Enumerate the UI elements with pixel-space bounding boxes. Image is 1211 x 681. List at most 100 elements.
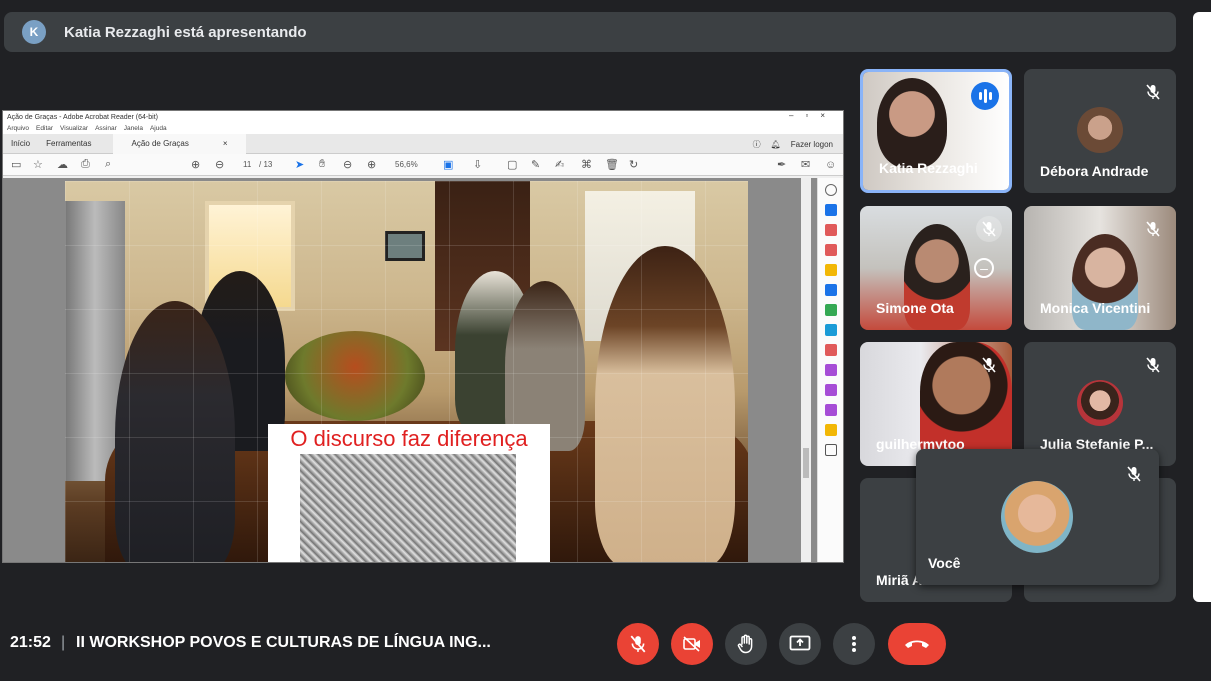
participant-tile-guilherm[interactable]: guilhermytoo	[860, 342, 1012, 466]
tool-organize-icon	[824, 304, 837, 316]
participant-name: Simone Ota	[876, 300, 954, 316]
present-screen-button[interactable]	[779, 623, 821, 665]
meet-window: K Katia Rezzaghi está apresentando Ação …	[0, 0, 1211, 681]
camera-toggle-button[interactable]	[671, 623, 713, 665]
participant-tile-debora[interactable]: Débora Andrade	[1024, 69, 1176, 193]
zoom-out-icon: ⊖	[343, 159, 353, 171]
katia-video	[877, 78, 947, 168]
tool-create-icon	[824, 244, 837, 256]
raise-hand-button[interactable]	[725, 623, 767, 665]
pen-icon: ✎	[531, 159, 541, 171]
mic-off-icon	[1140, 352, 1166, 378]
participant-name: Débora Andrade	[1040, 163, 1149, 179]
participant-tile-simone[interactable]: – Simone Ota	[860, 206, 1012, 330]
trash-icon: 🗑︎	[605, 159, 619, 171]
mic-off-icon	[976, 352, 1002, 378]
mic-off-icon	[630, 635, 646, 653]
tab-close-icon: ×	[222, 139, 228, 148]
zoom-in-icon: ⊕	[367, 159, 377, 171]
slide-inset: O discurso faz diferença	[268, 424, 550, 562]
reader-tabs-right: ⓘ 🔔︎ Fazer logon	[753, 134, 833, 154]
page-number: 11	[243, 160, 252, 169]
mic-toggle-button[interactable]	[617, 623, 659, 665]
menu-janela: Janela	[123, 125, 143, 132]
menu-ajuda: Ajuda	[149, 125, 167, 132]
upload-icon: ☁	[57, 159, 68, 171]
shared-screen: Ação de Graças - Adobe Acrobat Reader (6…	[2, 110, 844, 563]
window-controls-icon: –▫×	[789, 111, 837, 120]
presenting-text: Katia Rezzaghi está apresentando	[64, 23, 307, 41]
speaking-indicator-icon	[971, 82, 999, 110]
zoom-search-icon: ⌕	[105, 158, 112, 170]
tool-edit-icon	[824, 224, 837, 236]
hand-icon: ✋︎	[319, 158, 326, 170]
participant-tile-julia[interactable]: Julia Stefanie P...	[1024, 342, 1176, 466]
menu-assinar: Assinar	[95, 125, 117, 132]
tool-fill-icon	[824, 404, 837, 416]
side-panel-edge[interactable]	[1193, 12, 1211, 602]
tab-tools: Ferramentas	[46, 139, 92, 148]
fit-page-icon: ▣	[443, 159, 454, 171]
sign-icon: ✍	[555, 159, 565, 171]
presenting-banner: K Katia Rezzaghi está apresentando	[4, 12, 1176, 52]
tab-home: Início	[11, 139, 31, 148]
tool-export-icon	[824, 204, 837, 216]
reader-tools-pane	[817, 178, 843, 562]
phone-hangup-icon	[905, 640, 929, 648]
reader-menu-bar: Arquivo Editar Visualizar Assinar Janela…	[3, 123, 843, 134]
tab-document: Ação de Graças ×	[113, 133, 246, 154]
reader-tabs: Início Ferramentas Ação de Graças × ⓘ 🔔︎…	[3, 133, 843, 154]
tool-more-icon	[824, 444, 837, 456]
participant-name: Katia Rezzaghi	[879, 160, 978, 176]
slide-title: O discurso faz diferença	[290, 426, 528, 451]
participant-tile-katia[interactable]: Katia Rezzaghi	[860, 69, 1012, 193]
rotate-icon: ↻	[629, 159, 639, 171]
reader-title-bar: Ação de Graças - Adobe Acrobat Reader (6…	[3, 111, 843, 123]
hand-icon	[737, 634, 753, 654]
stamp-icon: ⌘	[581, 159, 592, 171]
leave-call-button[interactable]	[888, 623, 946, 665]
bottom-bar: 21:52 | II WORKSHOP POVOS E CULTURAS DE …	[0, 610, 1211, 681]
tool-comment-icon	[824, 264, 837, 276]
participant-tile-monica[interactable]: Monica Vicentini	[1024, 206, 1176, 330]
more-vert-icon	[852, 636, 856, 652]
slide-photo: O discurso faz diferença	[65, 181, 748, 562]
reader-toolbar: ▭ ☆ ☁ ⎙ ⌕ ⊕ ⊖ 11 / 13 ➤ ✋︎ ⊖ ⊕ 56,6% ▣ ⇩…	[3, 154, 843, 176]
print-icon: ⎙	[81, 158, 90, 170]
reader-scrollbar	[801, 178, 811, 562]
self-view-tile[interactable]: Você	[916, 449, 1159, 585]
mail-icon: ✉	[801, 159, 811, 171]
comment-icon: ▢	[507, 159, 518, 171]
tool-sign-icon	[824, 384, 837, 396]
page-up-icon: ⊕	[191, 159, 201, 171]
avatar	[1077, 380, 1123, 426]
avatar	[1077, 107, 1123, 153]
tool-send-icon	[824, 424, 837, 436]
remove-icon[interactable]: –	[974, 258, 994, 278]
save-icon: ▭	[11, 159, 22, 171]
slide-engraving	[300, 454, 516, 562]
present-icon	[789, 635, 811, 651]
mic-off-icon	[976, 216, 1002, 242]
reader-scroll-thumb	[803, 448, 809, 478]
sign-in-link: Fazer logon	[790, 139, 833, 149]
tool-combine-icon	[824, 284, 837, 296]
camera-off-icon	[683, 636, 700, 652]
mic-off-icon	[1121, 461, 1147, 487]
menu-editar: Editar	[36, 125, 54, 132]
select-cursor-icon: ➤	[295, 159, 305, 171]
self-name: Você	[928, 555, 961, 571]
bell-icon: 🔔︎	[770, 139, 781, 149]
share-user-icon: ☺	[825, 158, 837, 171]
tool-zoom-icon	[824, 184, 837, 196]
tab-document-label: Ação de Graças	[131, 139, 189, 148]
meeting-clock: 21:52	[10, 634, 51, 651]
mic-off-icon	[1140, 216, 1166, 242]
presenter-avatar: K	[22, 20, 46, 44]
meeting-title[interactable]: II WORKSHOP POVOS E CULTURAS DE LÍNGUA I…	[76, 634, 491, 652]
fill-sign-icon: ✒	[777, 159, 787, 171]
self-avatar	[1001, 481, 1073, 553]
participant-name: Monica Vicentini	[1040, 300, 1151, 316]
more-options-button[interactable]	[833, 623, 875, 665]
tool-forms-icon	[824, 364, 837, 376]
